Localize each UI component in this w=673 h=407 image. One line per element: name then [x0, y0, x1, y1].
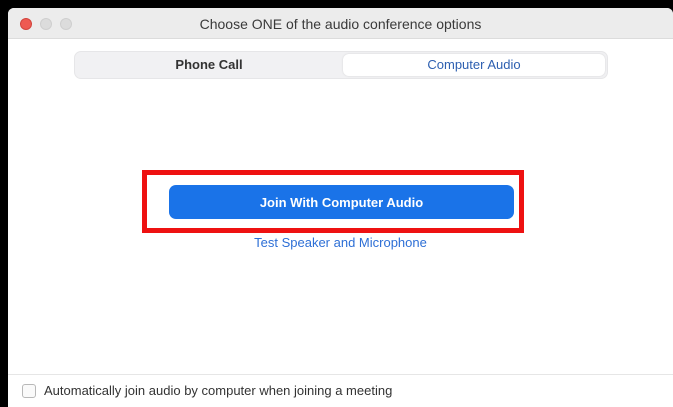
join-with-computer-audio-button[interactable]: Join With Computer Audio — [169, 185, 514, 219]
audio-mode-tabs: Phone Call Computer Audio — [74, 51, 608, 79]
title-bar: Choose ONE of the audio conference optio… — [8, 8, 673, 39]
test-speaker-microphone-link[interactable]: Test Speaker and Microphone — [8, 235, 673, 250]
audio-options-dialog: Choose ONE of the audio conference optio… — [8, 8, 673, 407]
tab-phone-call[interactable]: Phone Call — [77, 54, 341, 76]
window-title: Choose ONE of the audio conference optio… — [199, 16, 482, 32]
tab-computer-audio[interactable]: Computer Audio — [343, 54, 605, 76]
footer-bar: Automatically join audio by computer whe… — [8, 374, 673, 407]
auto-join-label: Automatically join audio by computer whe… — [44, 383, 393, 398]
auto-join-checkbox[interactable] — [22, 384, 36, 398]
